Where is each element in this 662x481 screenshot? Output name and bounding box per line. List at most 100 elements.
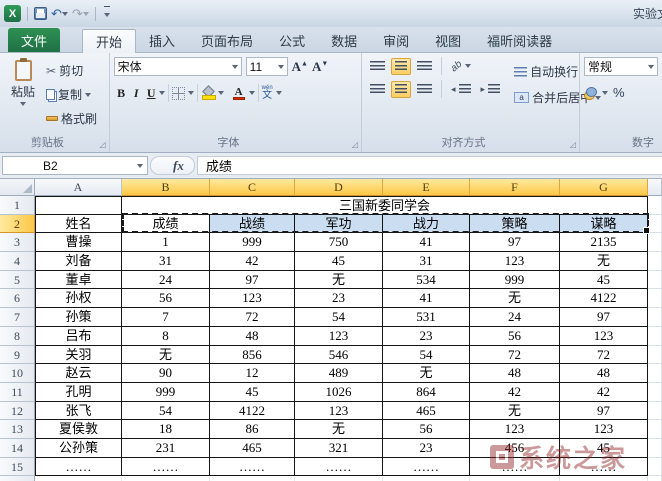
- chevron-down-icon[interactable]: [188, 91, 194, 95]
- column-header-D[interactable]: D: [295, 179, 383, 196]
- align-bottom-button[interactable]: [413, 58, 436, 75]
- cell[interactable]: 123: [295, 327, 383, 346]
- cell[interactable]: 999: [210, 233, 295, 252]
- cell[interactable]: 孙权: [35, 289, 122, 308]
- cell[interactable]: 97: [560, 402, 648, 421]
- decrease-indent-button[interactable]: ◂: [447, 81, 475, 98]
- cell[interactable]: 41: [383, 233, 470, 252]
- cell[interactable]: [648, 402, 662, 421]
- cell[interactable]: 531: [383, 308, 470, 327]
- cell[interactable]: 123: [560, 327, 648, 346]
- customize-quick-access-button[interactable]: [104, 6, 110, 22]
- cell[interactable]: ……: [35, 458, 122, 477]
- cell[interactable]: [648, 327, 662, 346]
- orientation-button[interactable]: ab: [447, 58, 475, 75]
- cell[interactable]: 72: [560, 346, 648, 365]
- percent-format-button[interactable]: %: [613, 85, 625, 100]
- cell[interactable]: 战绩: [210, 215, 295, 234]
- cell[interactable]: 31: [122, 252, 210, 271]
- tab-插入[interactable]: 插入: [136, 29, 188, 52]
- cell[interactable]: [648, 364, 662, 383]
- dialog-launcher-icon[interactable]: ◿: [570, 141, 576, 149]
- cell[interactable]: 97: [210, 271, 295, 290]
- cell[interactable]: 72: [470, 346, 560, 365]
- cell[interactable]: 赵云: [35, 364, 122, 383]
- cell[interactable]: [470, 476, 560, 481]
- tab-数据[interactable]: 数据: [318, 29, 370, 52]
- row-header-16[interactable]: 16: [0, 476, 35, 481]
- tab-开始[interactable]: 开始: [82, 29, 136, 53]
- cell[interactable]: 谋略: [560, 215, 648, 234]
- save-icon[interactable]: [34, 7, 47, 20]
- row-header-14[interactable]: 14: [0, 439, 35, 458]
- cell[interactable]: 无: [470, 402, 560, 421]
- cell[interactable]: 54: [122, 402, 210, 421]
- row-header-8[interactable]: 8: [0, 327, 35, 346]
- cell[interactable]: 无: [295, 420, 383, 439]
- cell[interactable]: [648, 420, 662, 439]
- cell[interactable]: 23: [295, 289, 383, 308]
- dialog-launcher-icon[interactable]: ◿: [100, 141, 106, 149]
- cell[interactable]: 45: [210, 383, 295, 402]
- align-left-button[interactable]: [366, 81, 389, 98]
- cell[interactable]: ……: [210, 458, 295, 477]
- phonetic-guide-icon[interactable]: wén文: [262, 85, 273, 101]
- borders-icon[interactable]: [172, 87, 185, 100]
- cell[interactable]: 18: [122, 420, 210, 439]
- cell[interactable]: 夏侯敦: [35, 420, 122, 439]
- cell[interactable]: 无: [295, 271, 383, 290]
- chevron-down-icon[interactable]: [218, 91, 224, 95]
- cell[interactable]: 无: [560, 252, 648, 271]
- align-center-button[interactable]: [391, 81, 411, 98]
- insert-function-button[interactable]: fx: [150, 156, 195, 175]
- cell[interactable]: 战力: [383, 215, 470, 234]
- select-all-button[interactable]: [0, 179, 35, 196]
- cell[interactable]: 48: [210, 327, 295, 346]
- cell[interactable]: 1026: [295, 383, 383, 402]
- cell[interactable]: 534: [383, 271, 470, 290]
- cell[interactable]: 4122: [210, 402, 295, 421]
- copy-button[interactable]: 复制: [42, 83, 101, 106]
- cell[interactable]: [122, 476, 210, 481]
- undo-button[interactable]: ↶: [51, 7, 68, 21]
- cell[interactable]: 321: [295, 439, 383, 458]
- tab-视图[interactable]: 视图: [422, 29, 474, 52]
- cell[interactable]: 123: [295, 402, 383, 421]
- cell[interactable]: 7: [122, 308, 210, 327]
- cell[interactable]: 无: [383, 364, 470, 383]
- cell[interactable]: [648, 252, 662, 271]
- cell[interactable]: [648, 383, 662, 402]
- row-header-1[interactable]: 1: [0, 196, 35, 215]
- row-header-11[interactable]: 11: [0, 383, 35, 402]
- cell[interactable]: [295, 476, 383, 481]
- cell[interactable]: [648, 271, 662, 290]
- cell[interactable]: 曹操: [35, 233, 122, 252]
- column-header-partial[interactable]: [648, 179, 662, 196]
- font-name-combobox[interactable]: 宋体: [114, 57, 242, 76]
- cell[interactable]: 策略: [470, 215, 560, 234]
- cell[interactable]: 123: [560, 420, 648, 439]
- font-color-icon[interactable]: A: [232, 87, 246, 100]
- row-header-7[interactable]: 7: [0, 308, 35, 327]
- cell[interactable]: 孔明: [35, 383, 122, 402]
- tab-file[interactable]: 文件: [8, 28, 60, 52]
- tab-福昕阅读器[interactable]: 福昕阅读器: [474, 29, 565, 52]
- cell[interactable]: 吕布: [35, 327, 122, 346]
- cell[interactable]: [383, 476, 470, 481]
- cell[interactable]: 72: [210, 308, 295, 327]
- cell[interactable]: 54: [295, 308, 383, 327]
- cell[interactable]: ……: [295, 458, 383, 477]
- column-header-C[interactable]: C: [210, 179, 295, 196]
- cell[interactable]: 孙策: [35, 308, 122, 327]
- row-header-13[interactable]: 13: [0, 420, 35, 439]
- increase-indent-button[interactable]: ▸: [477, 81, 505, 98]
- cell[interactable]: 董卓: [35, 271, 122, 290]
- paste-button[interactable]: 粘贴: [4, 57, 42, 134]
- cell[interactable]: 48: [560, 364, 648, 383]
- cell[interactable]: 41: [383, 289, 470, 308]
- row-header-4[interactable]: 4: [0, 252, 35, 271]
- cell[interactable]: 23: [383, 439, 470, 458]
- cell[interactable]: ……: [560, 458, 648, 477]
- cell[interactable]: 97: [470, 233, 560, 252]
- cell[interactable]: 86: [210, 420, 295, 439]
